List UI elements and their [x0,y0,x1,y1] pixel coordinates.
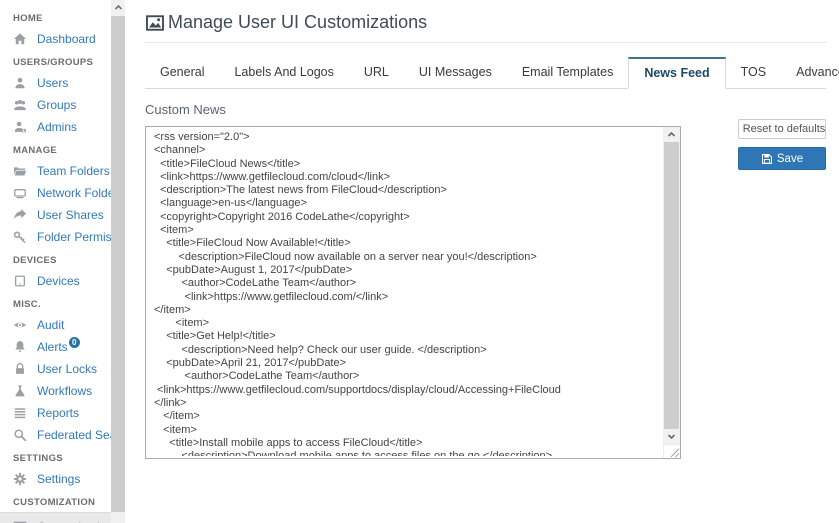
tab-advanced[interactable]: Advanced [781,57,839,88]
tab-ui-messages[interactable]: UI Messages [404,57,507,88]
chevron-down-icon [667,432,676,441]
sidebar-item-dashboard[interactable]: Dashboard [0,28,111,50]
custom-news-label: Custom News [145,102,826,117]
tab-bar: General Labels And Logos URL UI Messages… [145,57,826,89]
alerts-count-badge: 0 [69,337,80,348]
reset-button-label: Reset to defaults [743,123,826,135]
sidebar-nav: HOME Dashboard USERS/GROUPS Users Groups… [0,0,111,523]
sidebar-item-settings[interactable]: Settings [0,468,111,490]
bell-icon [13,340,27,354]
sidebar-item-label: Admins [37,120,77,134]
tab-general[interactable]: General [145,57,219,88]
sidebar-scrollbar-thumb[interactable] [111,16,125,512]
save-button[interactable]: Save [738,147,826,170]
device-icon [13,274,27,288]
sidebar-item-label: Reports [37,406,79,420]
sidebar-item-label: Devices [37,274,80,288]
sidebar-item-devices[interactable]: Devices [0,270,111,292]
sidebar-item-label: Groups [37,98,76,112]
custom-news-editor: <rss version="2.0"> <channel> <title>Fil… [145,126,681,459]
tab-email-templates[interactable]: Email Templates [507,57,628,88]
action-buttons: Reset to defaults Save [738,119,826,170]
tab-labels-and-logos[interactable]: Labels And Logos [219,57,348,88]
tab-url[interactable]: URL [349,57,404,88]
sidebar-item-label: Team Folders [37,164,110,178]
sidebar-item-label: Customization [37,520,111,523]
page-title: Manage User UI Customizations [168,12,427,33]
search-icon [13,428,27,442]
sidebar-section-customization: CUSTOMIZATION [0,490,111,512]
sidebar-section-users-groups: USERS/GROUPS [0,50,111,72]
page-header: Manage User UI Customizations [145,0,826,43]
image-icon [13,520,27,523]
sidebar-item-label: Federated Search [37,428,111,442]
user-icon [13,76,27,90]
sidebar-item-label: Network Folders [37,186,111,200]
folder-icon [13,164,27,178]
flask-icon [13,384,27,398]
sidebar-item-label: Settings [37,472,80,486]
sidebar-item-customization[interactable]: Customization [0,512,111,523]
editor-scrollbar[interactable] [663,127,680,444]
sidebar-item-audit[interactable]: Audit [0,314,111,336]
sidebar-item-user-locks[interactable]: User Locks [0,358,111,380]
eye-icon [13,318,27,332]
sidebar-item-admins[interactable]: Admins [0,116,111,138]
chevron-up-icon [114,3,123,12]
sidebar-item-federated-search[interactable]: Federated Search [0,424,111,446]
users-icon [13,98,27,112]
sidebar-item-workflows[interactable]: Workflows [0,380,111,402]
report-lines-icon [13,406,27,420]
sidebar-item-alerts[interactable]: Alerts 0 [0,336,111,358]
home-icon [13,32,27,46]
sidebar-item-label: User Shares [37,208,104,222]
sidebar-item-label: Users [37,76,68,90]
sidebar-item-label: Dashboard [37,32,96,46]
sidebar-scrollbar[interactable] [111,0,125,523]
sidebar-item-label: Workflows [37,384,92,398]
reset-to-defaults-button[interactable]: Reset to defaults [738,119,826,139]
tab-news-feed[interactable]: News Feed [628,57,725,89]
scroll-down-button[interactable] [663,429,680,444]
sidebar-item-label: Folder Permissions [37,230,111,244]
sidebar-item-label: Alerts [37,340,68,354]
custom-news-textarea[interactable]: <rss version="2.0"> <channel> <title>Fil… [146,127,662,456]
sidebar-section-home: HOME [0,6,111,28]
save-button-label: Save [777,153,803,165]
sidebar-item-user-shares[interactable]: User Shares [0,204,111,226]
save-icon [761,153,773,165]
network-drive-icon [13,186,27,200]
sidebar-item-label: Audit [37,318,64,332]
sidebar-section-manage: MANAGE [0,138,111,160]
gear-icon [13,472,27,486]
sidebar-item-label: User Locks [37,362,97,376]
editor-scrollbar-thumb[interactable] [664,142,679,429]
key-icon [13,230,27,244]
lock-icon [13,362,27,376]
resize-handle[interactable] [663,444,680,458]
share-arrow-icon [13,208,27,222]
chevron-up-icon [667,130,676,139]
resize-grip-icon [669,447,680,458]
main-content: Manage User UI Customizations General La… [125,0,839,523]
scroll-up-button[interactable] [663,127,680,142]
sidebar-item-team-folders[interactable]: Team Folders [0,160,111,182]
sidebar-section-misc: MISC. [0,292,111,314]
image-icon [145,13,165,33]
sidebar-item-groups[interactable]: Groups [0,94,111,116]
sidebar-item-users[interactable]: Users [0,72,111,94]
app-window: HOME Dashboard USERS/GROUPS Users Groups… [0,0,839,523]
admin-user-icon [13,120,27,134]
sidebar-item-network-folders[interactable]: Network Folders [0,182,111,204]
tab-tos[interactable]: TOS [726,57,781,88]
sidebar-item-folder-permissions[interactable]: Folder Permissions [0,226,111,248]
scroll-up-button[interactable] [111,0,125,15]
sidebar: HOME Dashboard USERS/GROUPS Users Groups… [0,0,125,523]
sidebar-section-devices: DEVICES [0,248,111,270]
sidebar-item-reports[interactable]: Reports [0,402,111,424]
sidebar-section-settings: SETTINGS [0,446,111,468]
